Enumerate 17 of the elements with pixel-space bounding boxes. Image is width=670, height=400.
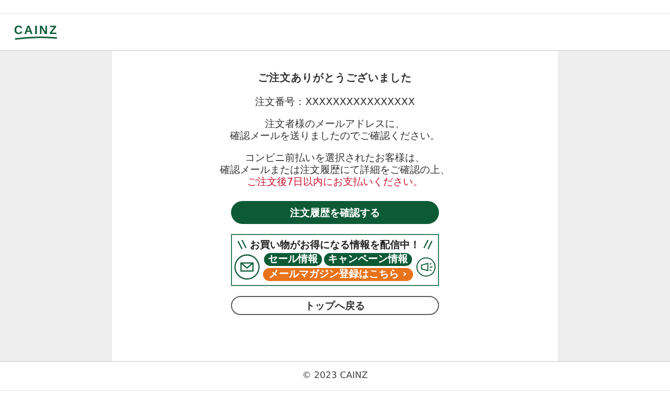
back-to-top-button[interactable]: トップへ戻る [231, 296, 439, 315]
page-title: ご注文ありがとうございました [258, 71, 412, 85]
newsletter-banner[interactable]: お買い物がお得になる情報を配信中！ セール情報 キャンペーン情報 メールマガジン登録はこちら › [231, 234, 439, 286]
logo[interactable]: CAINZ [14, 24, 58, 40]
megaphone-icon [416, 257, 436, 277]
notice-text: 注文者様のメールアドレスに、 [265, 119, 405, 130]
notice-text: 確認メールを送りましたのでご確認ください。 [230, 131, 440, 143]
copyright-text: © 2023 CAINZ [302, 371, 368, 381]
deadline-text: ご注文後7日以内にお支払いください。 [246, 177, 424, 189]
order-number: 注文番号：XXXXXXXXXXXXXXXX [255, 97, 415, 109]
order-history-button[interactable]: 注文履歴を確認する [231, 201, 439, 224]
banner-headline: お買い物がお得になる情報を配信中！ [250, 238, 420, 252]
notice-text: 確認メールまたは注文履歴にて詳細をご確認の上、 [220, 165, 450, 176]
info-tag: セール情報 [264, 253, 322, 266]
info-tag: キャンペーン情報 [324, 253, 412, 266]
notice-text: コンビニ前払いを選択されたお客様は、 [245, 153, 425, 164]
envelope-icon [234, 254, 260, 280]
